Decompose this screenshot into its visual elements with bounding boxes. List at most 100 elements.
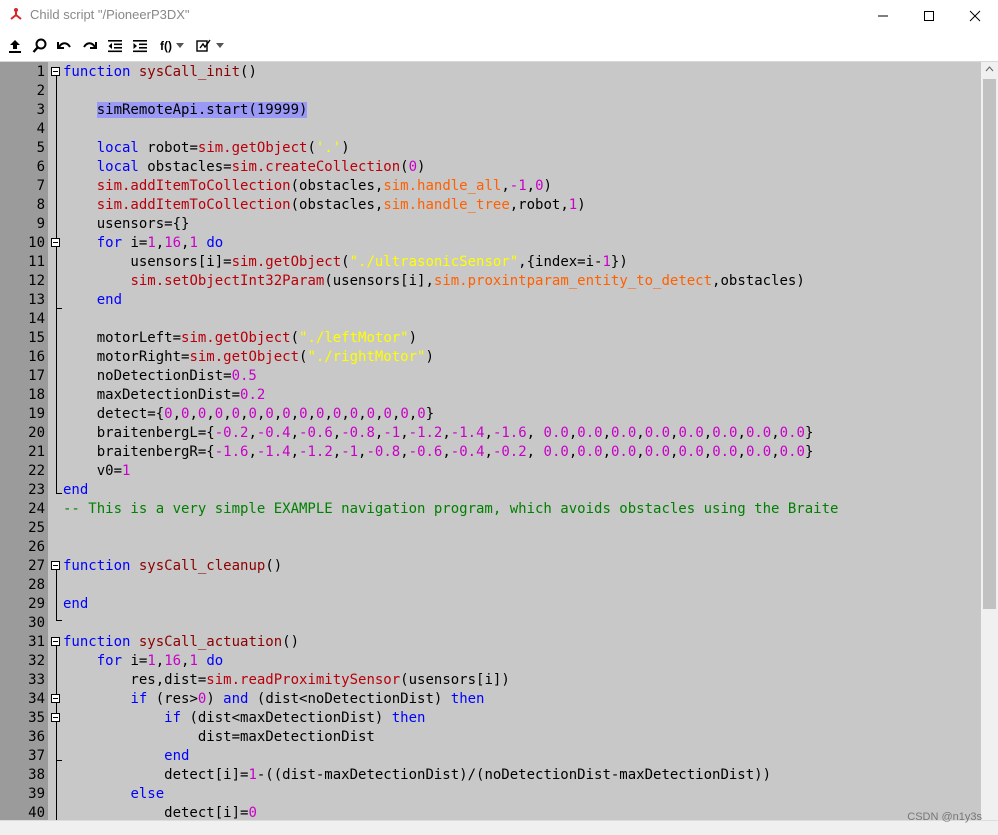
code-line[interactable]: 27 function sysCall_cleanup() xyxy=(0,557,981,576)
code-line[interactable]: 12 sim.setObjectInt32Param(usensors[i],s… xyxy=(0,272,981,291)
code-text[interactable]: usensors={} xyxy=(63,215,190,234)
code-line[interactable]: 24 -- This is a very simple EXAMPLE navig… xyxy=(0,500,981,519)
close-button[interactable] xyxy=(952,0,998,31)
code-text[interactable]: sim.addItemToCollection(obstacles,sim.ha… xyxy=(63,177,552,196)
scrollbar-thumb[interactable] xyxy=(983,79,996,609)
code-text[interactable]: local robot=sim.getObject('.') xyxy=(63,139,350,158)
vertical-scrollbar[interactable] xyxy=(981,62,998,820)
code-line[interactable]: 5 local robot=sim.getObject('.') xyxy=(0,139,981,158)
code-line[interactable]: 36 dist=maxDetectionDist xyxy=(0,728,981,747)
code-line[interactable]: 14 xyxy=(0,310,981,329)
code-line[interactable]: 11 usensors[i]=sim.getObject("./ultrason… xyxy=(0,253,981,272)
undo-button[interactable] xyxy=(55,37,73,55)
indent-button[interactable] xyxy=(131,37,149,55)
code-text[interactable]: maxDetectionDist=0.2 xyxy=(63,386,266,405)
maximize-button[interactable] xyxy=(906,0,952,31)
code-text[interactable]: noDetectionDist=0.5 xyxy=(63,367,257,386)
code-line[interactable]: 37 end xyxy=(0,747,981,766)
code-text[interactable]: for i=1,16,1 do xyxy=(63,234,224,253)
code-text[interactable]: if (dist<maxDetectionDist) then xyxy=(63,709,425,728)
code-line[interactable]: 31 function sysCall_actuation() xyxy=(0,633,981,652)
code-line[interactable]: 39 else xyxy=(0,785,981,804)
code-line[interactable]: 34 if (res>0) and (dist<noDetectionDist)… xyxy=(0,690,981,709)
redo-button[interactable] xyxy=(81,37,99,55)
code-line[interactable]: 10 for i=1,16,1 do xyxy=(0,234,981,253)
code-line[interactable]: 32 for i=1,16,1 do xyxy=(0,652,981,671)
code-line[interactable]: 8 sim.addItemToCollection(obstacles,sim.… xyxy=(0,196,981,215)
code-text[interactable]: detect={0,0,0,0,0,0,0,0,0,0,0,0,0,0,0,0} xyxy=(63,405,434,424)
code-text[interactable]: simRemoteApi.start(19999) xyxy=(63,101,308,120)
code-line[interactable]: 29 end xyxy=(0,595,981,614)
code-text[interactable]: detect[i]=0 xyxy=(63,804,257,820)
code-line[interactable]: 3 simRemoteApi.start(19999) xyxy=(0,101,981,120)
fold-toggle-icon[interactable] xyxy=(51,561,60,570)
code-line[interactable]: 18 maxDetectionDist=0.2 xyxy=(0,386,981,405)
code-text[interactable]: end xyxy=(63,291,122,310)
code-text[interactable]: if (res>0) and (dist<noDetectionDist) th… xyxy=(63,690,484,709)
code-token: 0.0 xyxy=(712,444,738,460)
code-line[interactable]: 16 motorRight=sim.getObject("./rightMoto… xyxy=(0,348,981,367)
code-line[interactable]: 13 end xyxy=(0,291,981,310)
code-text[interactable]: sim.addItemToCollection(obstacles,sim.ha… xyxy=(63,196,586,215)
minimize-button[interactable] xyxy=(860,0,906,31)
code-text[interactable]: v0=1 xyxy=(63,462,131,481)
code-line[interactable]: 38 detect[i]=1-((dist-maxDetectionDist)/… xyxy=(0,766,981,785)
code-line[interactable]: 30 xyxy=(0,614,981,633)
function-menu[interactable]: f() xyxy=(156,37,188,55)
code-text[interactable]: motorLeft=sim.getObject("./leftMotor") xyxy=(63,329,417,348)
code-text[interactable]: braitenbergR={-1.6,-1.4,-1.2,-1,-0.8,-0.… xyxy=(63,443,814,462)
code-text[interactable]: dist=maxDetectionDist xyxy=(63,728,375,747)
code-text[interactable]: usensors[i]=sim.getObject("./ultrasonicS… xyxy=(63,253,627,272)
code-line[interactable]: 35 if (dist<maxDetectionDist) then xyxy=(0,709,981,728)
fold-toggle-icon[interactable] xyxy=(51,694,60,703)
code-line[interactable]: 4 xyxy=(0,120,981,139)
code-text[interactable]: else xyxy=(63,785,164,804)
code-line[interactable]: 28 xyxy=(0,576,981,595)
code-line[interactable]: 9 usensors={} xyxy=(0,215,981,234)
code-line[interactable]: 7 sim.addItemToCollection(obstacles,sim.… xyxy=(0,177,981,196)
outdent-button[interactable] xyxy=(106,37,124,55)
code-line[interactable]: 17 noDetectionDist=0.5 xyxy=(0,367,981,386)
code-line[interactable]: 6 local obstacles=sim.createCollection(0… xyxy=(0,158,981,177)
fold-toggle-icon[interactable] xyxy=(51,637,60,646)
code-text[interactable]: function sysCall_cleanup() xyxy=(63,557,282,576)
code-line[interactable]: 21 braitenbergR={-1.6,-1.4,-1.2,-1,-0.8,… xyxy=(0,443,981,462)
code-text[interactable]: sim.setObjectInt32Param(usensors[i],sim.… xyxy=(63,272,804,291)
code-line[interactable]: 22 v0=1 xyxy=(0,462,981,481)
code-text[interactable]: braitenbergL={-0.2,-0.4,-0.6,-0.8,-1,-1.… xyxy=(63,424,814,443)
code-line[interactable]: 15 motorLeft=sim.getObject("./leftMotor"… xyxy=(0,329,981,348)
code-line[interactable]: 25 xyxy=(0,519,981,538)
code-token: 0.0 xyxy=(745,444,772,460)
code-text[interactable]: function sysCall_init() xyxy=(63,63,257,82)
search-button[interactable] xyxy=(30,37,50,55)
code-line[interactable]: 19 detect={0,0,0,0,0,0,0,0,0,0,0,0,0,0,0… xyxy=(0,405,981,424)
close-icon xyxy=(969,10,981,21)
code-line[interactable]: 2 xyxy=(0,82,981,101)
scroll-up-icon[interactable] xyxy=(981,62,998,76)
code-line[interactable]: 1 function sysCall_init() xyxy=(0,63,981,82)
code-line[interactable]: 26 xyxy=(0,538,981,557)
fold-toggle-icon[interactable] xyxy=(51,713,60,722)
code-line[interactable]: 40 detect[i]=0 xyxy=(0,804,981,820)
code-line[interactable]: 23 end xyxy=(0,481,981,500)
code-text[interactable]: end xyxy=(63,747,189,766)
fold-toggle-icon[interactable] xyxy=(51,67,60,76)
maximize-icon xyxy=(924,10,934,21)
code-text[interactable]: for i=1,16,1 do xyxy=(63,652,224,671)
horizontal-scrollbar[interactable] xyxy=(0,820,998,835)
code-text[interactable]: local obstacles=sim.createCollection(0) xyxy=(63,158,426,177)
code-line[interactable]: 33 res,dist=sim.readProximitySensor(usen… xyxy=(0,671,981,690)
code-text[interactable]: detect[i]=1-((dist-maxDetectionDist)/(no… xyxy=(63,766,771,785)
fold-toggle-icon[interactable] xyxy=(51,238,60,247)
code-text[interactable]: function sysCall_actuation() xyxy=(63,633,299,652)
code-line[interactable]: 20 braitenbergL={-0.2,-0.4,-0.6,-0.8,-1,… xyxy=(0,424,981,443)
code-text[interactable]: res,dist=sim.readProximitySensor(usensor… xyxy=(63,671,509,690)
code-text[interactable]: motorRight=sim.getObject("./rightMotor") xyxy=(63,348,434,367)
code-token: , xyxy=(501,178,510,194)
code-text[interactable]: end xyxy=(63,481,88,500)
snippet-menu[interactable] xyxy=(194,37,226,55)
code-text[interactable]: end xyxy=(63,595,88,614)
code-text[interactable]: -- This is a very simple EXAMPLE navigat… xyxy=(63,500,838,519)
upload-button[interactable] xyxy=(6,37,24,55)
code-editor[interactable]: 1 function sysCall_init() 2 3 simRemoteApi.… xyxy=(0,62,998,820)
